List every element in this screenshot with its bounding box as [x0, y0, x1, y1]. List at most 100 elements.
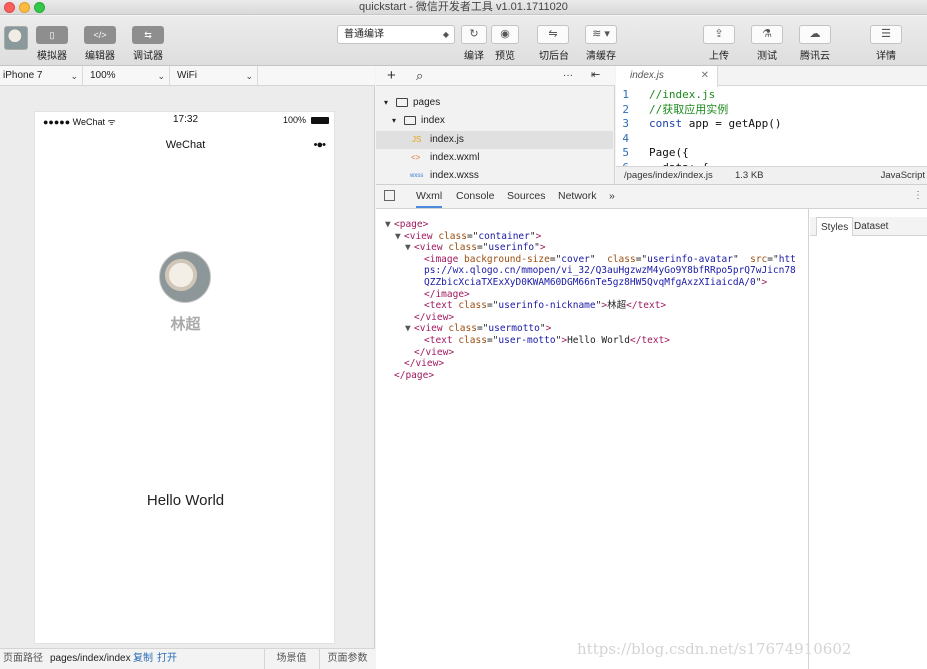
wxml-dom-tree[interactable]: ▼ <page> ▼ <view class="container"> ▼ <view c…: [376, 209, 809, 669]
dom-node-line[interactable]: QZZbicXciaTXExXyD0KWAM60DGM66nTe5gz8HW5Q…: [415, 277, 767, 289]
code-line: 1 //index.js: [616, 88, 927, 103]
tab-styles[interactable]: Styles: [816, 217, 854, 236]
battery-icon: [311, 117, 329, 124]
language-mode[interactable]: JavaScript: [881, 167, 925, 184]
background-button[interactable]: ⇋: [537, 25, 569, 44]
minimize-window-button[interactable]: [19, 2, 30, 13]
dom-token: =": [635, 253, 648, 265]
dom-token: class: [458, 335, 487, 346]
tencent-cloud-button[interactable]: ☁: [799, 25, 831, 44]
expand-arrow-icon[interactable]: ▼: [405, 323, 414, 335]
dom-token: userinfo: [488, 242, 535, 254]
zoom-select[interactable]: 100% ⌄: [87, 66, 170, 86]
close-window-button[interactable]: [4, 2, 15, 13]
tab-dataset[interactable]: Dataset: [850, 217, 892, 236]
network-value: WiFi: [177, 70, 197, 81]
upload-button[interactable]: ⇪: [703, 25, 735, 44]
code-line: 5 Page({: [616, 146, 927, 161]
device-value: iPhone 7: [3, 70, 43, 81]
dom-token: </view>: [404, 358, 445, 370]
preview-button[interactable]: ◉: [491, 25, 519, 44]
expand-arrow-icon[interactable]: ▼: [405, 242, 414, 254]
dom-token: cover: [561, 253, 590, 265]
tree-item-index-wxss[interactable]: wxss index.wxss: [376, 167, 613, 185]
background-label: 切后台: [539, 51, 569, 62]
line-number: 3: [622, 117, 629, 130]
background-icon: ⇋: [548, 28, 558, 40]
dom-token: background-size: [464, 253, 550, 265]
tree-item-pages[interactable]: ▾ pages: [376, 94, 613, 112]
tab-wxml[interactable]: Wxml: [416, 185, 443, 208]
tab-sources[interactable]: Sources: [507, 185, 546, 208]
inspect-element-icon[interactable]: [384, 190, 395, 201]
tab-console[interactable]: Console: [456, 185, 495, 208]
user-motto: Hello World: [146, 492, 225, 509]
dom-node-line[interactable]: </view>: [395, 358, 444, 370]
close-icon[interactable]: ✕: [701, 66, 709, 86]
debugger-toggle-button[interactable]: ⇆: [132, 26, 164, 44]
copy-path-link[interactable]: 复制: [133, 649, 153, 669]
test-label: 测试: [757, 51, 777, 62]
dom-node-line[interactable]: ▼ <view class="container">: [395, 231, 541, 243]
compile-button[interactable]: ↻: [461, 25, 487, 44]
debug-icon: ⇆: [144, 30, 152, 40]
network-select[interactable]: WiFi ⌄: [174, 66, 258, 86]
dom-node-line[interactable]: </view>: [405, 347, 454, 359]
dom-node-line[interactable]: ▼ <view class="userinfo">: [405, 242, 546, 254]
line-number: 1: [622, 88, 629, 101]
menu-icon: ☰: [881, 28, 891, 40]
dom-node-line[interactable]: <image background-size="cover" class="us…: [415, 254, 796, 266]
tree-item-index-folder[interactable]: ▾ index: [376, 112, 613, 130]
tree-item-index-js[interactable]: JS index.js: [376, 131, 613, 149]
simulator-toggle-button[interactable]: ▯: [36, 26, 68, 44]
user-avatar-small[interactable]: [4, 26, 28, 50]
more-dots-icon[interactable]: •●•: [314, 139, 326, 151]
editor-toggle-button[interactable]: </>: [84, 26, 116, 44]
collapse-panel-icon[interactable]: ⇤: [591, 66, 600, 85]
scene-value-button[interactable]: 场景值: [264, 649, 318, 669]
more-tabs-icon[interactable]: »: [609, 185, 615, 208]
flask-icon: ⚗: [762, 28, 772, 40]
test-button[interactable]: ⚗: [751, 25, 783, 44]
dom-token: src: [750, 253, 768, 265]
page-params-button[interactable]: 页面参数: [319, 649, 375, 669]
devtools-menu-icon[interactable]: ⋮: [913, 190, 923, 201]
userinfo-avatar[interactable]: [159, 251, 211, 303]
dom-token: <view: [414, 323, 449, 335]
device-select[interactable]: iPhone 7 ⌄: [0, 66, 83, 86]
expand-arrow-icon[interactable]: ▼: [385, 219, 394, 231]
dom-node-line[interactable]: ps://wx.qlogo.cn/mmopen/vi_32/Q3auHgzwzM…: [415, 265, 796, 277]
more-icon[interactable]: ···: [563, 66, 573, 85]
dom-node-line[interactable]: ▼ <view class="usermotto">: [405, 323, 551, 335]
file-size: 1.3 KB: [735, 170, 764, 181]
open-path-link[interactable]: 打开: [157, 649, 177, 669]
clear-cache-button[interactable]: ≋ ▾: [585, 25, 617, 44]
dom-token: class: [607, 253, 636, 265]
dom-node-line[interactable]: <text class="user-motto">Hello World</te…: [415, 335, 670, 347]
window-title: quickstart - 微信开发者工具 v1.01.1711020: [359, 1, 568, 13]
dom-token: ": [732, 253, 751, 265]
dom-node-line[interactable]: </image>: [415, 289, 470, 301]
expand-arrow-icon[interactable]: ▼: [395, 231, 404, 243]
dom-node-line[interactable]: </page>: [385, 370, 434, 382]
tab-index-js[interactable]: index.js ✕: [616, 66, 718, 87]
dom-token: </text>: [629, 335, 671, 346]
dom-token: =": [486, 300, 499, 312]
add-file-icon[interactable]: +: [387, 66, 396, 85]
zoom-window-button[interactable]: [34, 2, 45, 13]
dom-node-line[interactable]: <text class="userinfo-nickname">林超</text…: [415, 300, 666, 312]
search-icon[interactable]: ⌕: [416, 66, 423, 85]
dom-node-line[interactable]: </view>: [405, 312, 454, 324]
compile-mode-select[interactable]: 普通编译 ◆: [337, 25, 455, 44]
devtools-panel: Wxml Console Sources Network » ⋮ ▼ <page>…: [376, 184, 927, 669]
details-button[interactable]: ☰: [870, 25, 902, 44]
expand-arrow-icon: ▾: [392, 116, 397, 125]
code-token: const: [649, 117, 689, 130]
code-token: //获取应用实例: [649, 102, 729, 116]
dom-node-line[interactable]: ▼ <page>: [385, 219, 428, 231]
code-area[interactable]: 1 //index.js 2 //获取应用实例 3 const app = getApp(…: [616, 88, 927, 166]
tab-network[interactable]: Network: [558, 185, 597, 208]
tree-item-label: index.wxss: [430, 170, 479, 181]
userinfo-nickname: 林超: [170, 316, 201, 333]
tree-item-index-wxml[interactable]: <> index.wxml: [376, 149, 613, 167]
